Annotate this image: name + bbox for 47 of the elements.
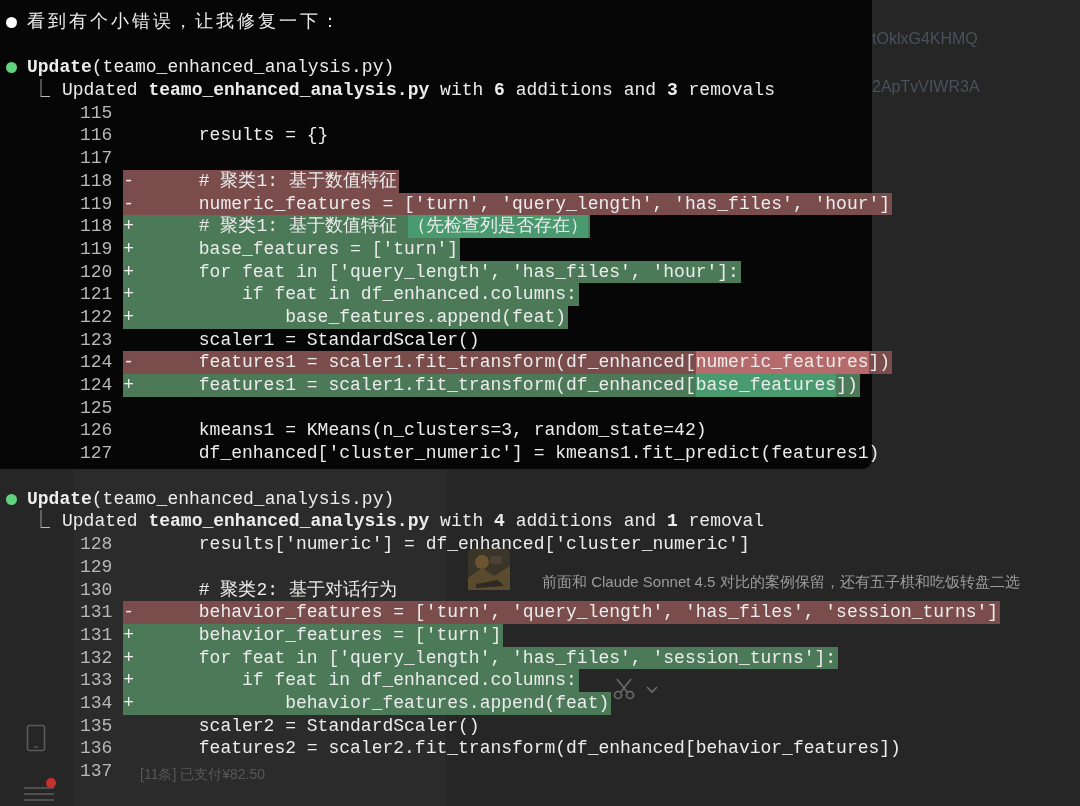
line-number: 115 — [80, 101, 113, 125]
line-number: 131 — [80, 601, 113, 624]
line-number: 124 — [80, 351, 113, 374]
code-line: scaler1 = StandardScaler() — [197, 328, 481, 352]
code-line: scaler2 = StandardScaler() — [197, 714, 481, 738]
line-number: 128 — [80, 533, 113, 556]
line-number: 117 — [80, 147, 113, 170]
line-number: 126 — [80, 419, 113, 443]
status-text: 看到有个小错误，让我修复一下： — [27, 11, 342, 34]
result-summary: Updated teamo_enhanced_analysis.py with 4 additions and 1 removal — [62, 510, 765, 534]
code-line: results = {} — [197, 124, 330, 148]
line-number: 116 — [80, 124, 113, 148]
caret-icon[interactable] — [646, 686, 658, 694]
line-number: 122 — [80, 305, 113, 329]
line-number: 130 — [80, 578, 113, 602]
result-summary: Updated teamo_enhanced_analysis.py with 6 additions and 3 removals — [62, 79, 775, 102]
phone-icon[interactable] — [26, 724, 46, 752]
line-number: 133 — [80, 669, 113, 692]
line-number: 123 — [80, 328, 113, 352]
tool-call-text: Update(teamo_enhanced_analysis.py) — [27, 56, 395, 79]
line-number: 134 — [80, 691, 113, 715]
line-number: 135 — [80, 714, 113, 738]
line-number: 118 — [80, 169, 113, 193]
line-number: 125 — [80, 396, 113, 420]
line-number: 136 — [80, 737, 113, 760]
tool-call-text: Update(teamo_enhanced_analysis.py) — [27, 487, 395, 510]
line-number: 121 — [80, 283, 113, 306]
menu-icon[interactable] — [24, 786, 54, 802]
line-number: 124 — [80, 374, 113, 397]
line-number: 118 — [80, 215, 113, 238]
line-number: 127 — [80, 442, 113, 465]
line-number: 120 — [80, 260, 113, 284]
code-line: results['numeric'] = df_enhanced['cluster_numeric'] — [197, 533, 751, 556]
scissors-icon[interactable] — [612, 677, 636, 701]
message-text: 前面和 Claude Sonnet 4.5 对比的案例保留，还有五子棋和吃饭转盘二选 — [542, 573, 1020, 592]
line-number: 137 — [80, 760, 113, 783]
code-line: features2 = scaler2.fit_transform(df_enhanced[behavior_features]) — [197, 737, 902, 760]
line-number: 119 — [80, 237, 113, 261]
result-marker: ⎿ — [32, 510, 50, 534]
line-number: 129 — [80, 555, 113, 579]
code-line: kmeans1 = KMeans(n_clusters=3, random_state=42) — [197, 419, 708, 443]
code-line: # 聚类2: 基于对话行为 — [197, 578, 398, 602]
line-number: 119 — [80, 192, 113, 216]
line-number: 132 — [80, 646, 113, 670]
line-number: 131 — [80, 623, 113, 647]
result-marker: ⎿ — [32, 79, 50, 102]
code-line: df_enhanced['cluster_numeric'] = kmeans1.fit_predict(features1) — [197, 442, 881, 465]
